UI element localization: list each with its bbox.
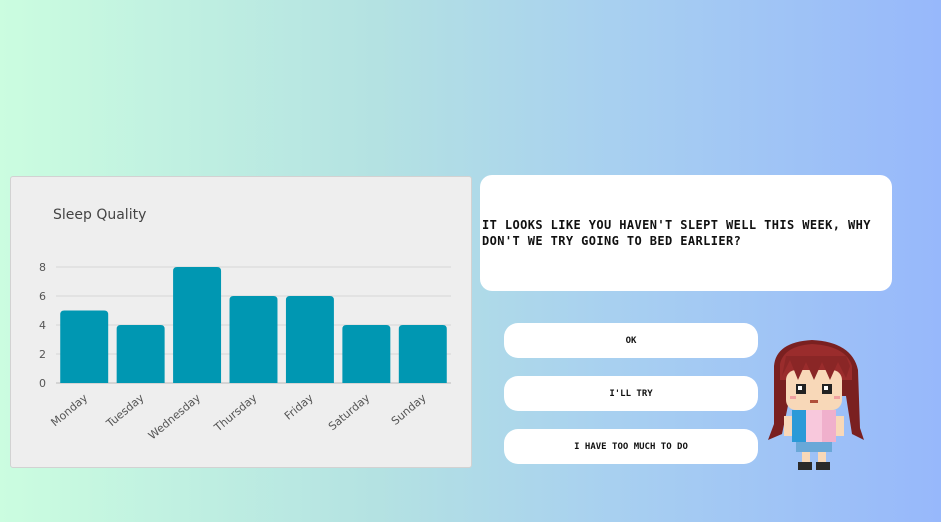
y-tick-label: 4 [39, 319, 46, 332]
x-tick-label: Sunday [389, 391, 429, 428]
y-tick-label: 2 [39, 348, 46, 361]
y-tick-label: 6 [39, 290, 46, 303]
ill-try-button[interactable]: I'll try [504, 376, 758, 411]
bar [285, 296, 334, 383]
speech-message: It looks like you haven't slept well thi… [482, 218, 871, 248]
bar [229, 296, 278, 383]
sleep-quality-chart: 0 2 4 6 8 Monday Tuesday Wednesday Thursday Frida… [39, 261, 451, 442]
ok-button[interactable]: OK [504, 323, 758, 358]
sleep-quality-chart-card: Sleep Quality 0 2 4 6 8 Monday Tuesday Wednesda… [10, 176, 472, 468]
bar [116, 325, 165, 383]
y-tick-label: 0 [39, 377, 46, 390]
y-tick-label: 8 [39, 261, 46, 274]
bar [173, 267, 222, 383]
too-much-to-do-button[interactable]: I have too much to do [504, 429, 758, 464]
bar [342, 325, 391, 383]
x-tick-label: Thursday [211, 391, 260, 435]
x-tick-label: Saturday [326, 391, 373, 433]
bar [398, 325, 447, 383]
bar [60, 310, 109, 383]
speech-bubble: It looks like you haven't slept well thi… [480, 175, 892, 291]
pixel-girl-character-icon [768, 340, 864, 470]
x-tick-label: Wednesday [146, 391, 204, 442]
x-tick-label: Friday [282, 391, 316, 423]
x-tick-label: Monday [49, 391, 91, 429]
x-tick-label: Tuesday [103, 391, 147, 431]
